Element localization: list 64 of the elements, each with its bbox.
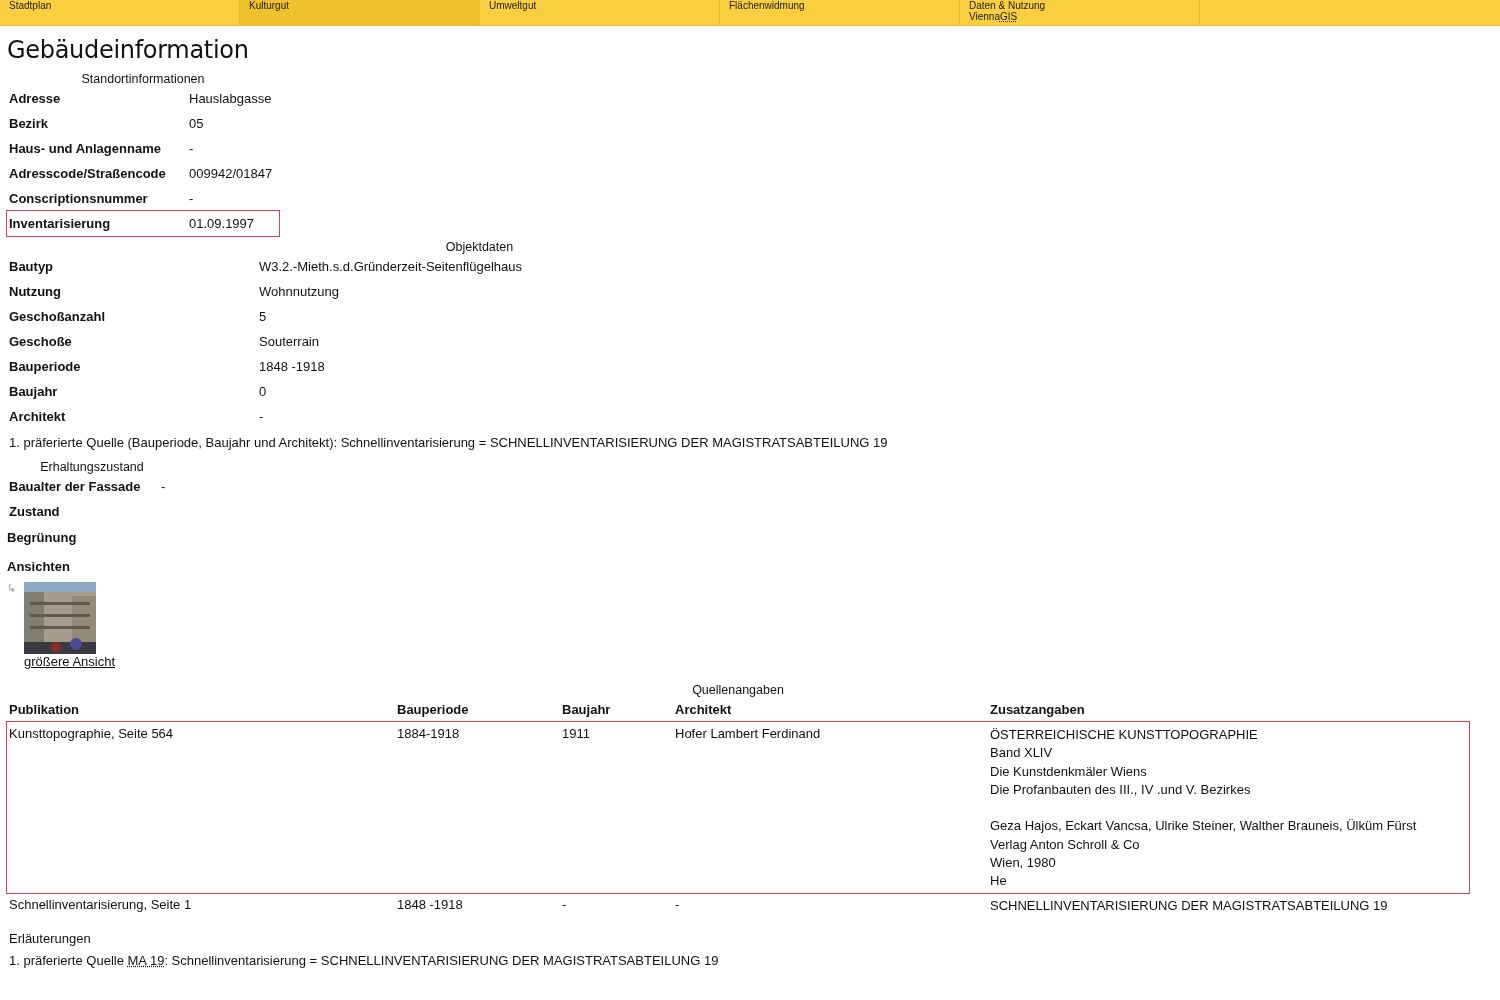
field-label: Bautyp [8, 258, 55, 276]
section-heading: Erläuterungen [9, 930, 92, 946]
table-caption: Objektdaten [444, 239, 515, 254]
field-value: - [187, 186, 279, 211]
field-value: 1848 -1918 [258, 358, 326, 376]
table-cell: Schnellinventarisierung, Seite 1 [9, 896, 192, 912]
field-label: Architekt [8, 408, 67, 426]
field-value: Souterrain [258, 333, 320, 351]
field-value: 01.09.1997 [187, 211, 279, 236]
field-label: Nutzung [8, 283, 62, 301]
column-header: Zusatzangaben [988, 697, 1469, 722]
field-value: Wohnnutzung [258, 283, 340, 301]
field-value: 009942/01847 [188, 165, 274, 183]
table-cell-text: Die Profanbauten des III., IV .und V. Bezirkes [990, 780, 1252, 799]
table-cell: - [562, 896, 567, 912]
column-header: Publikation [7, 697, 395, 722]
arrow-icon: ↳ [7, 582, 16, 669]
field-label: Bauperiode [8, 358, 82, 376]
table-cell: - [675, 896, 680, 912]
field-value: - [188, 140, 195, 158]
table-cell: 1884-1918 [397, 726, 460, 741]
table-cell-text: He [990, 872, 1008, 891]
table-caption: Standortinformationen [80, 71, 206, 86]
field-value: W3.2.-Mieth.s.d.Gründerzeit-Seitenflügelhaus [257, 254, 952, 279]
field-value: Hauslabgasse [188, 90, 273, 108]
field-label: Begrünung [7, 530, 78, 545]
field-label: Adresscode/Straßencode [8, 165, 167, 183]
field-label: Zustand [8, 503, 61, 521]
table-cell: 1848 -1918 [397, 896, 463, 912]
field-value: 05 [188, 115, 205, 133]
field-value: 0 [258, 383, 268, 401]
explanation-text: 1. präferierte Quelle MA 19: Schnellinventarisierung = SCHNELLINVENTARISIERUNG DER MAGISTRATSABTEILUNG 19 [9, 952, 720, 968]
field-value: - [161, 479, 166, 494]
field-label: Baujahr [8, 383, 59, 401]
table-cell-text: Die Kunstdenkmäler Wiens [990, 762, 1148, 781]
table-cell: Kunsttopographie, Seite 564 [9, 726, 174, 741]
source-note: 1. präferierte Quelle (Bauperiode, Baujahr und Architekt): Schnellinventarisierung = SCHNELLINVENTARISIERUNG DER MAGISTRATSABTEILUNG 19 [9, 435, 889, 450]
field-label: Conscriptionsnummer [7, 186, 187, 211]
table-cell-text: ÖSTERREICHISCHE KUNSTTOPOGRAPHIE [990, 726, 1259, 744]
field-label: Adresse [8, 90, 62, 108]
table-cell: Hofer Lambert Ferdinand [675, 726, 821, 741]
table-caption: Erhaltungszustand [39, 459, 145, 474]
field-label: Baualter der Fassade [7, 474, 159, 499]
table-cell: 1911 [562, 726, 590, 741]
section-heading: Ansichten [7, 559, 71, 574]
larger-view-link[interactable]: größere Ansicht [24, 654, 116, 669]
column-header: Bauperiode [395, 697, 560, 722]
column-header: Baujahr [560, 697, 673, 722]
field-label: Geschoße [8, 333, 73, 351]
column-header: Architekt [673, 697, 988, 722]
field-label: Haus- und Anlagenname [8, 140, 162, 158]
table-cell-text: Band XLIV [990, 744, 1054, 763]
table-cell-text: Geza Hajos, Eckart Vancsa, Ulrike Steiner, Walther Brauneis, Ülküm Fürst [990, 817, 1418, 836]
nav-tab[interactable]: Kulturgut [240, 0, 480, 25]
page-title: Gebäudeinformation [7, 36, 250, 64]
field-label: Geschoßanzahl [8, 308, 107, 326]
table-caption: Quellenangaben [691, 682, 785, 697]
table-cell-text: Verlag Anton Schroll & Co [990, 835, 1141, 854]
field-label: Inventarisierung [7, 211, 187, 236]
field-value: 5 [258, 308, 268, 326]
table-cell-text: Wien, 1980 [990, 854, 1057, 873]
field-label: Bezirk [8, 115, 50, 133]
table-cell-text: SCHNELLINVENTARISIERUNG DER MAGISTRATSABTEILUNG 19 [990, 896, 1389, 915]
field-value: - [258, 408, 265, 426]
